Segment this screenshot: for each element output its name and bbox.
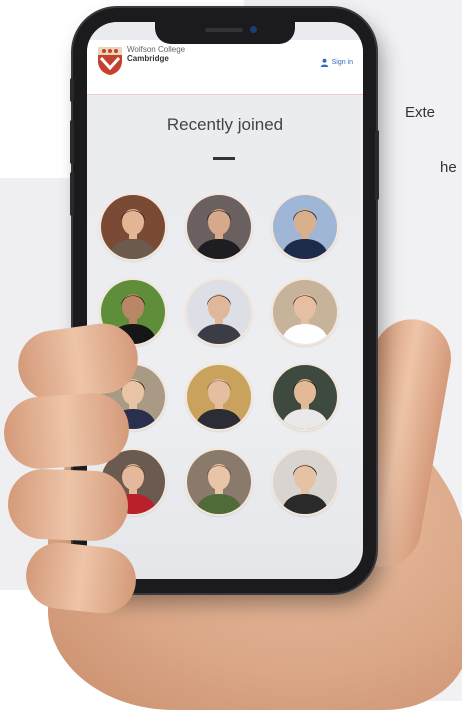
hand-finger-ring [6,467,130,543]
member-photo [273,280,337,344]
member-photo [187,195,251,259]
member-photo [273,450,337,514]
college-crest-logo[interactable] [97,46,123,76]
member-photo [187,450,251,514]
member-photo [273,195,337,259]
member-avatar[interactable] [273,195,337,259]
member-avatar[interactable] [187,450,251,514]
member-avatar[interactable] [273,280,337,344]
member-avatar[interactable] [187,195,251,259]
phone-speaker [205,28,243,32]
app-header: Wolfson College Cambridge Sign in [87,40,363,95]
member-grid [101,195,351,514]
section-title: Recently joined [166,115,284,134]
phone-volume-up [70,120,74,164]
phone-mute-switch [70,78,74,102]
member-photo [273,365,337,429]
side-text-fragment-1: Exte [405,104,436,121]
user-icon [320,58,328,67]
member-avatar[interactable] [273,365,337,429]
college-name-line2: Cambridge [127,54,169,63]
phone-screen: Wolfson College Cambridge Sign in Recent… [87,22,363,579]
sign-in-label: Sign in [331,59,353,66]
member-photo [101,195,165,259]
college-name: Wolfson College Cambridge [127,45,185,63]
phone-notch [155,22,295,44]
member-photo [187,280,251,344]
member-avatar[interactable] [187,365,251,429]
member-avatar[interactable] [187,280,251,344]
member-avatar[interactable] [101,195,165,259]
member-photo [187,365,251,429]
phone-power-button [375,130,379,200]
college-name-line1: Wolfson College [127,45,186,54]
title-divider [213,157,235,160]
member-avatar[interactable] [273,450,337,514]
phone-camera [250,26,257,33]
phone-volume-down [70,172,74,216]
hand-finger-middle [1,390,132,472]
sign-in-link[interactable]: Sign in [320,58,353,67]
side-text-fragment-2: he [440,159,457,176]
